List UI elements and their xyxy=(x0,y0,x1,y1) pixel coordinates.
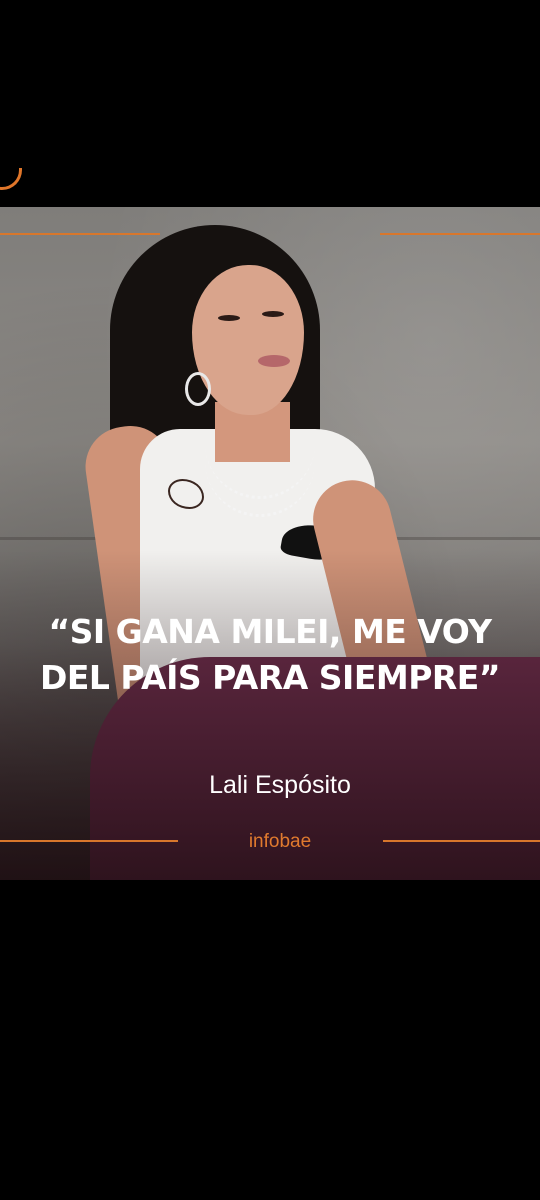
headline-quote: “SI GANA MILEI, ME VOY DEL PAÍS PARA SIE… xyxy=(39,612,501,697)
hoop-earring xyxy=(185,372,211,406)
orange-rule-top-right xyxy=(380,233,540,235)
orange-rule-bottom-right xyxy=(383,840,540,842)
quote-author: Lali Espósito xyxy=(209,771,351,799)
orange-logo-fragment-icon xyxy=(0,168,22,190)
lips xyxy=(258,355,290,367)
right-eye xyxy=(262,311,284,317)
left-eye xyxy=(218,315,240,321)
orange-rule-top-left xyxy=(0,233,160,235)
news-quote-card[interactable]: “SI GANA MILEI, ME VOY DEL PAÍS PARA SIE… xyxy=(0,207,540,880)
source-logo-infobae: infobae xyxy=(248,831,312,852)
